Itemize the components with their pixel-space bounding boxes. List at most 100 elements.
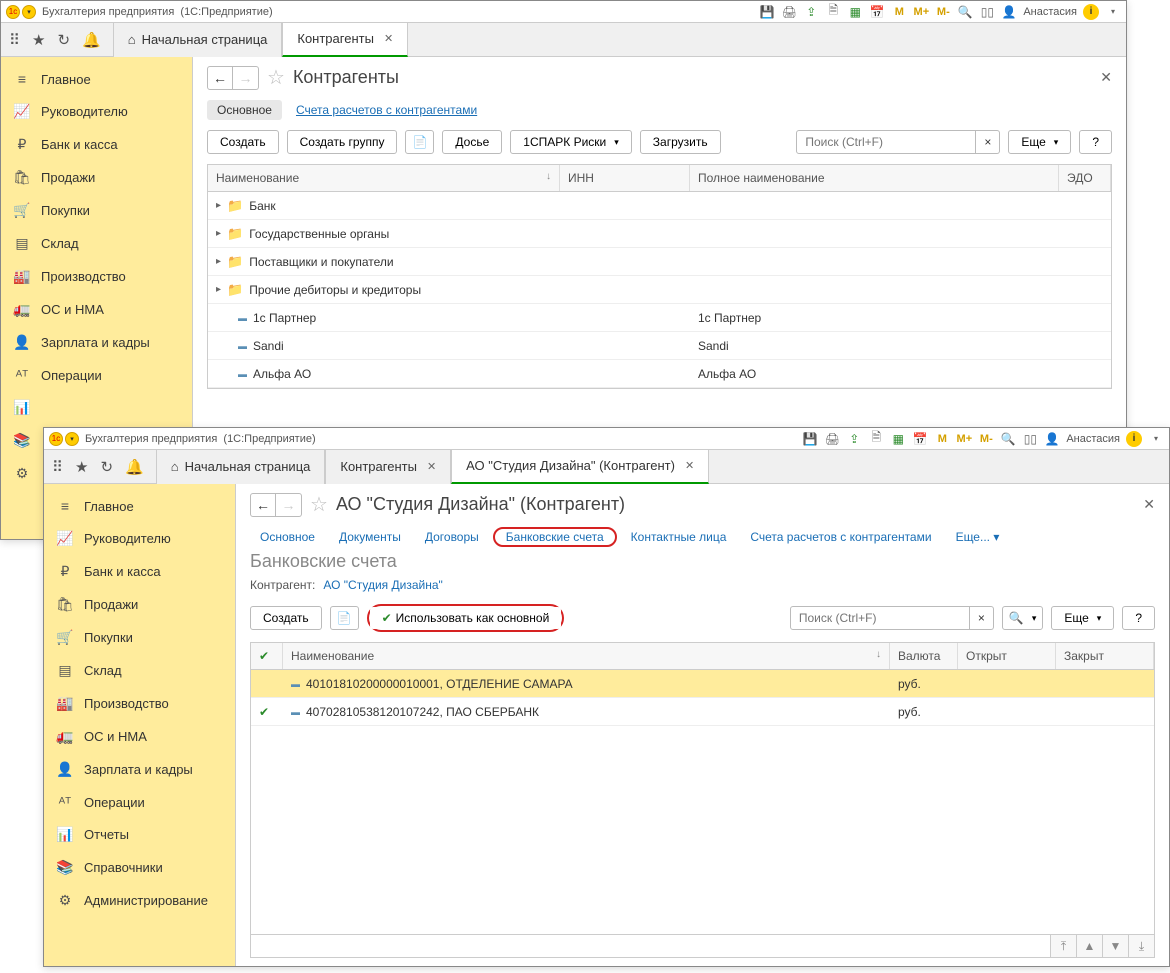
favorite-icon[interactable]: ☆: [267, 65, 285, 90]
sidebar-item-stock[interactable]: ▤Склад: [44, 654, 235, 687]
dropdown-icon[interactable]: ▾: [1148, 431, 1164, 447]
sidebar-item-assets[interactable]: 🚛ОС и НМА: [44, 720, 235, 753]
user-icon[interactable]: 👤: [1044, 431, 1060, 447]
copy-button[interactable]: 📄: [330, 606, 359, 630]
mem-mminus-icon[interactable]: M-: [978, 431, 994, 447]
sidebar-item-main[interactable]: ≡Главное: [1, 63, 192, 95]
spark-button[interactable]: 1СПАРК Риски: [510, 130, 632, 154]
print2-icon[interactable]: 🗎: [825, 4, 841, 20]
tab-contragents[interactable]: Контрагенты ✕: [282, 23, 408, 57]
sidebar-item-bank[interactable]: ₽Банк и касса: [1, 128, 192, 161]
search-clear-button[interactable]: ×: [976, 130, 1000, 154]
app-menu-dropdown[interactable]: ▾: [22, 5, 36, 19]
create-group-button[interactable]: Создать группу: [287, 130, 398, 154]
tab-contragents[interactable]: Контрагенты ✕: [325, 450, 451, 484]
zoom-icon[interactable]: 🔍: [1000, 431, 1016, 447]
col-currency[interactable]: Валюта: [890, 643, 958, 669]
app-menu-dropdown[interactable]: ▾: [65, 432, 79, 446]
sidebar-item-manager[interactable]: 📈Руководителю: [1, 95, 192, 128]
sidebar-item-purchases[interactable]: 🛒Покупки: [1, 194, 192, 227]
bell-icon[interactable]: 🔔: [125, 458, 144, 476]
table-folder-row[interactable]: ▸📁Прочие дебиторы и кредиторы: [208, 276, 1111, 304]
dossier-button[interactable]: Досье: [442, 130, 502, 154]
subnav-contacts[interactable]: Контактные лица: [621, 527, 737, 547]
sidebar-item-salary[interactable]: 👤Зарплата и кадры: [1, 326, 192, 359]
sidebar-item-purchases[interactable]: 🛒Покупки: [44, 621, 235, 654]
sidebar-item-sales[interactable]: 🛍Продажи: [1, 161, 192, 194]
upload-icon[interactable]: ⇪: [846, 431, 862, 447]
subnav-bankaccounts[interactable]: Банковские счета: [496, 527, 614, 547]
sidebar-item-stock[interactable]: ▤Склад: [1, 227, 192, 260]
search-clear-button[interactable]: ×: [970, 606, 994, 630]
mem-m-icon[interactable]: M: [891, 4, 907, 20]
save-icon[interactable]: 💾: [759, 4, 775, 20]
print-icon[interactable]: 🖨: [824, 431, 840, 447]
save-icon[interactable]: 💾: [802, 431, 818, 447]
sidebar-item-sales[interactable]: 🛍Продажи: [44, 588, 235, 621]
more-button[interactable]: Еще: [1051, 606, 1114, 630]
help-button[interactable]: ?: [1079, 130, 1112, 154]
calculator-icon[interactable]: ▦: [847, 4, 863, 20]
star-icon[interactable]: ★: [32, 31, 45, 49]
tab-close-icon[interactable]: ✕: [384, 32, 393, 45]
calendar-icon[interactable]: 📅: [912, 431, 928, 447]
use-as-main-button[interactable]: ✔ Использовать как основной: [370, 607, 562, 629]
sidebar-item-operations[interactable]: ᴬᵀОперации: [44, 786, 235, 818]
mem-mminus-icon[interactable]: M-: [935, 4, 951, 20]
page-close-button[interactable]: ✕: [1100, 69, 1112, 86]
sidebar-item-main[interactable]: ≡Главное: [44, 490, 235, 522]
zoom-icon[interactable]: 🔍: [957, 4, 973, 20]
col-check[interactable]: ✔: [251, 643, 283, 669]
create-folder-button[interactable]: 📄: [405, 130, 434, 154]
user-name[interactable]: Анастасия: [1023, 6, 1077, 18]
apps-grid-icon[interactable]: ⠿: [9, 31, 20, 49]
more-button[interactable]: Еще: [1008, 130, 1071, 154]
subnav-docs[interactable]: Документы: [329, 527, 411, 547]
nav-forward-button[interactable]: →: [276, 493, 302, 517]
help-button[interactable]: ?: [1122, 606, 1155, 630]
nav-up-button[interactable]: ▲: [1076, 935, 1102, 957]
nav-down-button[interactable]: ▼: [1102, 935, 1128, 957]
tab-home[interactable]: ⌂ Начальная страница: [113, 23, 283, 57]
subnav-more[interactable]: Еще... ▾: [946, 527, 1010, 547]
mem-m-icon[interactable]: M: [934, 431, 950, 447]
nav-last-button[interactable]: ⤓: [1128, 935, 1154, 957]
search-dropdown-button[interactable]: 🔍: [1002, 606, 1043, 630]
star-icon[interactable]: ★: [75, 458, 88, 476]
subnav-main[interactable]: Основное: [207, 100, 282, 120]
sidebar-item-reports[interactable]: 📊Отчеты: [44, 818, 235, 851]
sidebar-item-manager[interactable]: 📈Руководителю: [44, 522, 235, 555]
user-icon[interactable]: 👤: [1001, 4, 1017, 20]
table-folder-row[interactable]: ▸📁Банк: [208, 192, 1111, 220]
favorite-icon[interactable]: ☆: [310, 492, 328, 517]
sidebar-item-production[interactable]: 🏭Производство: [44, 687, 235, 720]
col-name[interactable]: Наименование↓: [208, 165, 560, 191]
history-icon[interactable]: ↻: [57, 31, 70, 49]
nav-back-button[interactable]: ←: [207, 66, 233, 90]
mem-mplus-icon[interactable]: M+: [913, 4, 929, 20]
sidebar-item-operations[interactable]: ᴬᵀОперации: [1, 359, 192, 391]
sidebar-item-bank[interactable]: ₽Банк и касса: [44, 555, 235, 588]
info-icon[interactable]: i: [1126, 431, 1142, 447]
table-row[interactable]: ▬40101810200000010001, ОТДЕЛЕНИЕ САМАРА …: [251, 670, 1154, 698]
tab-home[interactable]: ⌂ Начальная страница: [156, 450, 326, 484]
contragent-link[interactable]: АО "Студия Дизайна": [323, 578, 442, 592]
subnav-contracts[interactable]: Договоры: [415, 527, 489, 547]
subnav-main[interactable]: Основное: [250, 527, 325, 547]
sidebar-item-admin[interactable]: ⚙Администрирование: [44, 884, 235, 917]
table-row[interactable]: ▬1с Партнер 1с Партнер: [208, 304, 1111, 332]
print2-icon[interactable]: 🗎: [868, 431, 884, 447]
dropdown-icon[interactable]: ▾: [1105, 4, 1121, 20]
nav-first-button[interactable]: ⤒: [1050, 935, 1076, 957]
col-inn[interactable]: ИНН: [560, 165, 690, 191]
calculator-icon[interactable]: ▦: [890, 431, 906, 447]
tab-contragent-card[interactable]: АО "Студия Дизайна" (Контрагент) ✕: [451, 450, 709, 484]
sidebar-item-reports-cut[interactable]: 📊: [1, 391, 192, 424]
sidebar-item-assets[interactable]: 🚛ОС и НМА: [1, 293, 192, 326]
col-name[interactable]: Наименование↓: [283, 643, 890, 669]
col-closed[interactable]: Закрыт: [1056, 643, 1154, 669]
col-opened[interactable]: Открыт: [958, 643, 1056, 669]
bell-icon[interactable]: 🔔: [82, 31, 101, 49]
search-input[interactable]: [790, 606, 970, 630]
tab-close-icon[interactable]: ✕: [427, 460, 436, 473]
